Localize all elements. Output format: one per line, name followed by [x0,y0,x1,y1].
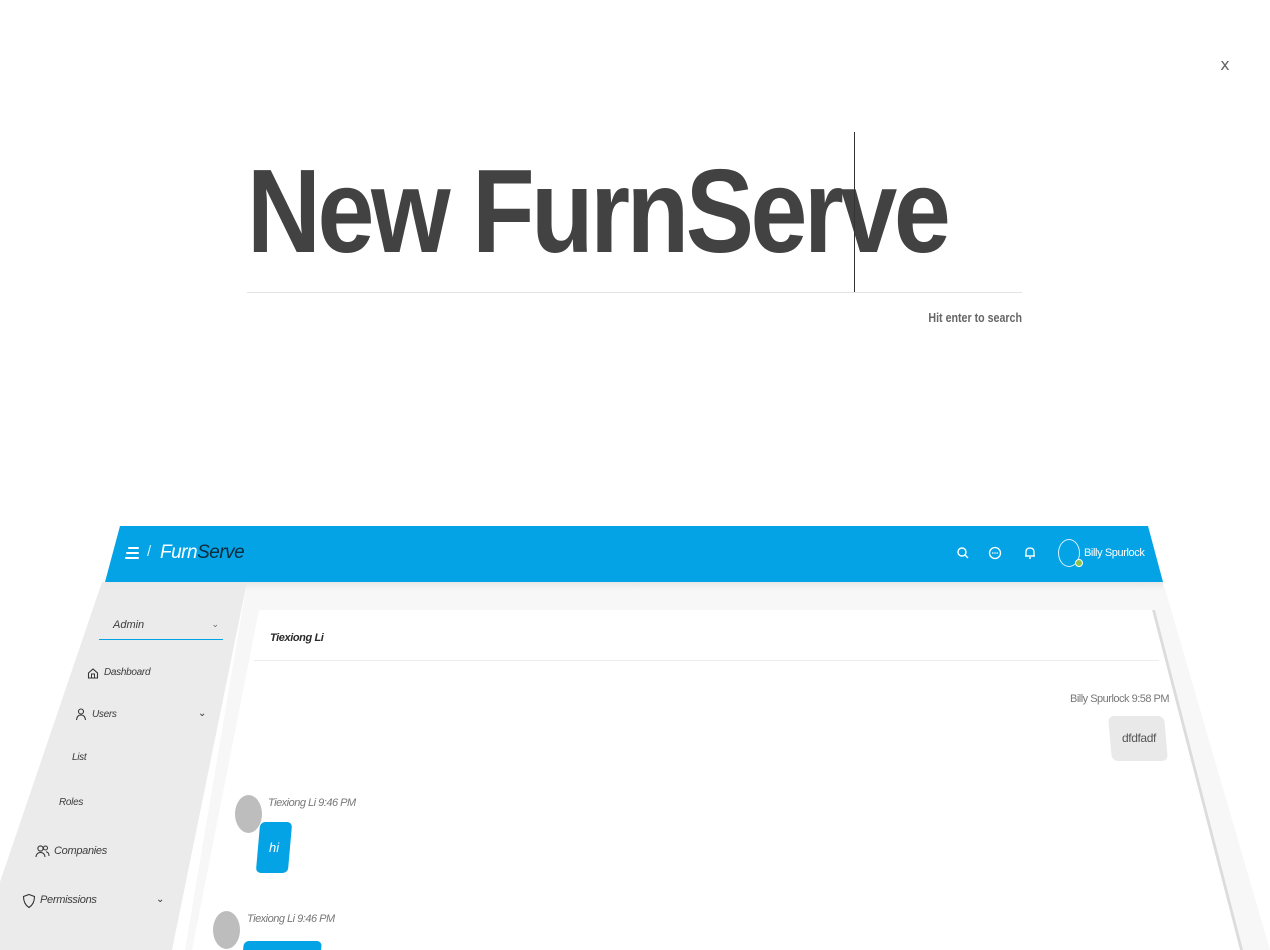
home-icon [87,668,99,679]
sidebar-item-label: Dashboard [104,667,151,678]
sidebar-item-label: Companies [54,845,107,857]
chat-icon[interactable] [987,545,1003,561]
shield-icon [22,893,36,909]
chevron-down-icon: ⌄ [198,708,207,719]
outgoing-message-text: dfdfadf [1122,731,1156,745]
chevron-down-icon: ⌄ [156,894,165,905]
contact-avatar [235,795,262,833]
chat-card-divider [254,660,1159,661]
top-navbar-shadow [105,582,1163,590]
brand-logo[interactable]: FurnServe [160,542,245,564]
user-icon [75,708,87,721]
users-icon [35,845,50,858]
conversation-title: Tiexiong Li [270,632,324,644]
sidebar-item-label: Permissions [40,894,97,906]
brand-part-1: Furn [160,542,198,563]
sidebar-item-label: Users [92,709,117,720]
role-select[interactable]: Admin ⌄ [99,613,223,640]
search-query-text: New FurnServe [247,145,951,278]
message-meta: Billy Spurlock 9:58 PM [1070,693,1170,705]
online-status-dot [1075,559,1083,567]
app-preview: / FurnServe Billy Spurlock Admin ⌄ Dashb… [0,526,1270,950]
message-meta: Tiexiong Li 9:46 PM [268,797,356,809]
chevron-down-icon: ⌄ [211,619,219,629]
brand-part-2: Serve [197,542,245,563]
contact-avatar [213,911,240,949]
text-caret [854,132,855,292]
search-icon[interactable] [955,545,971,561]
role-select-value: Admin [113,619,145,631]
search-input[interactable]: New FurnServe [247,132,1022,293]
user-name-link[interactable]: Billy Spurlock [1084,547,1145,559]
breadcrumb-separator: / [147,543,152,560]
incoming-message-bubble [242,941,322,950]
search-hint: Hit enter to search [928,310,1022,325]
message-meta: Tiexiong Li 9:46 PM [247,913,335,925]
bell-icon[interactable] [1022,545,1038,561]
sidebar-item-roles[interactable]: Roles [59,797,83,808]
sidebar-item-list[interactable]: List [72,752,87,763]
incoming-message-text: hi [269,840,280,855]
close-button[interactable]: x [1214,54,1236,76]
hamburger-menu-icon[interactable] [125,547,139,559]
